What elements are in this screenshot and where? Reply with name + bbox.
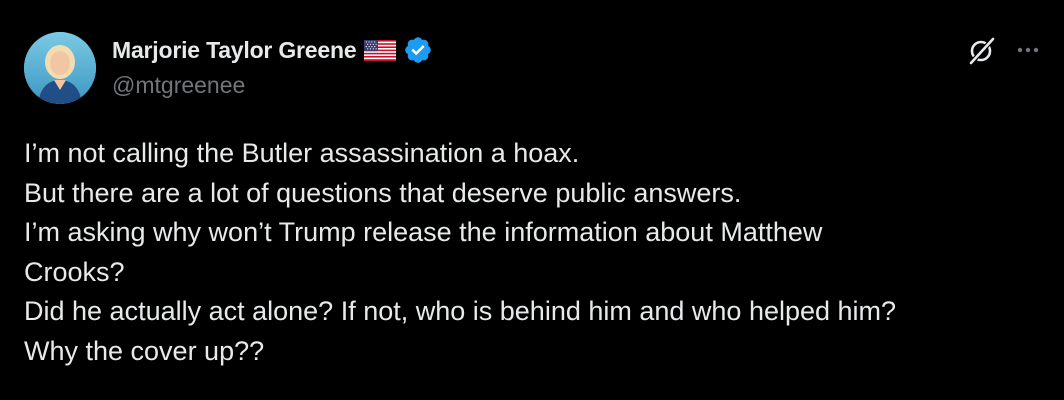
grok-icon[interactable] <box>966 35 998 67</box>
tweet-line: I’m not calling the Butler assassination… <box>24 138 580 168</box>
display-name[interactable]: Marjorie Taylor Greene <box>112 37 357 64</box>
us-flag-icon <box>364 39 397 61</box>
more-options-icon[interactable] <box>1012 38 1044 62</box>
tweet-line: Crooks? <box>24 256 125 287</box>
author-name-row: Marjorie Taylor Greene <box>112 35 433 65</box>
verified-badge-icon[interactable] <box>403 35 433 65</box>
tweet-line: I’m asking why won’t Trump release the i… <box>24 217 823 247</box>
avatar[interactable] <box>24 32 96 104</box>
tweet-text: I’m not calling the Butler assassination… <box>24 134 1054 371</box>
author-handle[interactable]: @mtgreenee <box>112 72 245 99</box>
tweet-line: Did he actually act alone? If not, who i… <box>24 296 897 326</box>
tweet-card: Marjorie Taylor Greene @mtgreenee I’m no… <box>0 0 1064 400</box>
tweet-line: But there are a lot of questions that de… <box>24 177 742 208</box>
tweet-line: Why the cover up?? <box>24 335 265 366</box>
